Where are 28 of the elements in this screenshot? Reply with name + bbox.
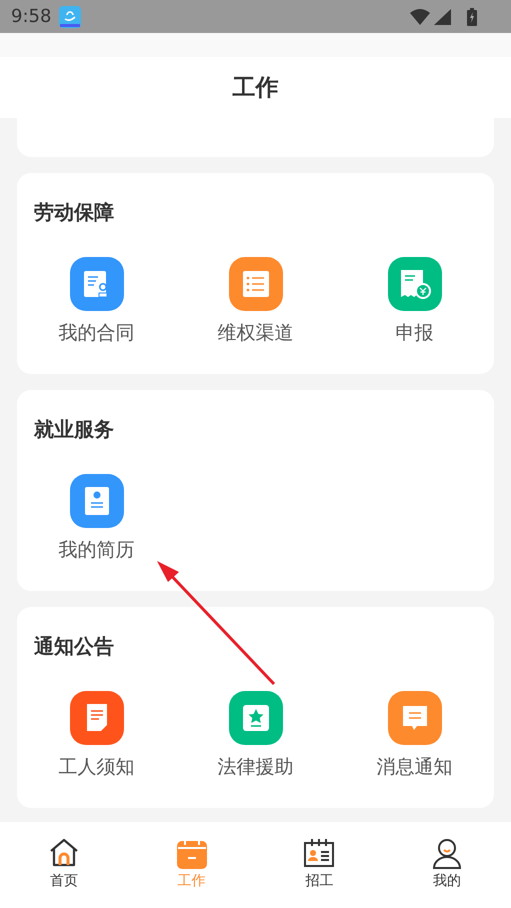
section-title: 劳动保障 [33,199,115,226]
app-icon [59,6,82,28]
receipt-icon[interactable] [388,257,442,311]
contract-icon[interactable] [70,257,124,311]
signal-icon [434,8,451,24]
item-label[interactable]: 工人须知 [58,754,134,780]
item-label[interactable]: 申报 [396,320,434,346]
tab[interactable]: 招工 [256,822,384,908]
note-icon[interactable] [70,691,124,745]
tab[interactable]: 我的 [383,822,511,908]
item-label[interactable]: 维权渠道 [218,320,294,346]
tab[interactable]: 首页 [0,822,128,908]
person-icon [431,837,464,869]
item-label[interactable]: 我的合同 [58,320,134,346]
list-icon[interactable] [228,257,282,311]
section-title: 就业服务 [32,416,115,443]
resume-icon[interactable] [70,474,124,528]
message-icon[interactable] [388,691,442,745]
item-label[interactable]: 法律援助 [218,754,294,780]
section-title: 通知公告 [33,633,115,660]
id-card-icon [303,837,336,869]
item-label[interactable]: 我的简历 [58,537,134,563]
status-time: 9:58 [11,6,52,27]
battery-icon [467,8,477,26]
wifi-icon [410,8,430,24]
home-icon [48,837,80,869]
item-label[interactable]: 消息通知 [376,754,452,780]
page-title: 工作 [232,74,278,103]
